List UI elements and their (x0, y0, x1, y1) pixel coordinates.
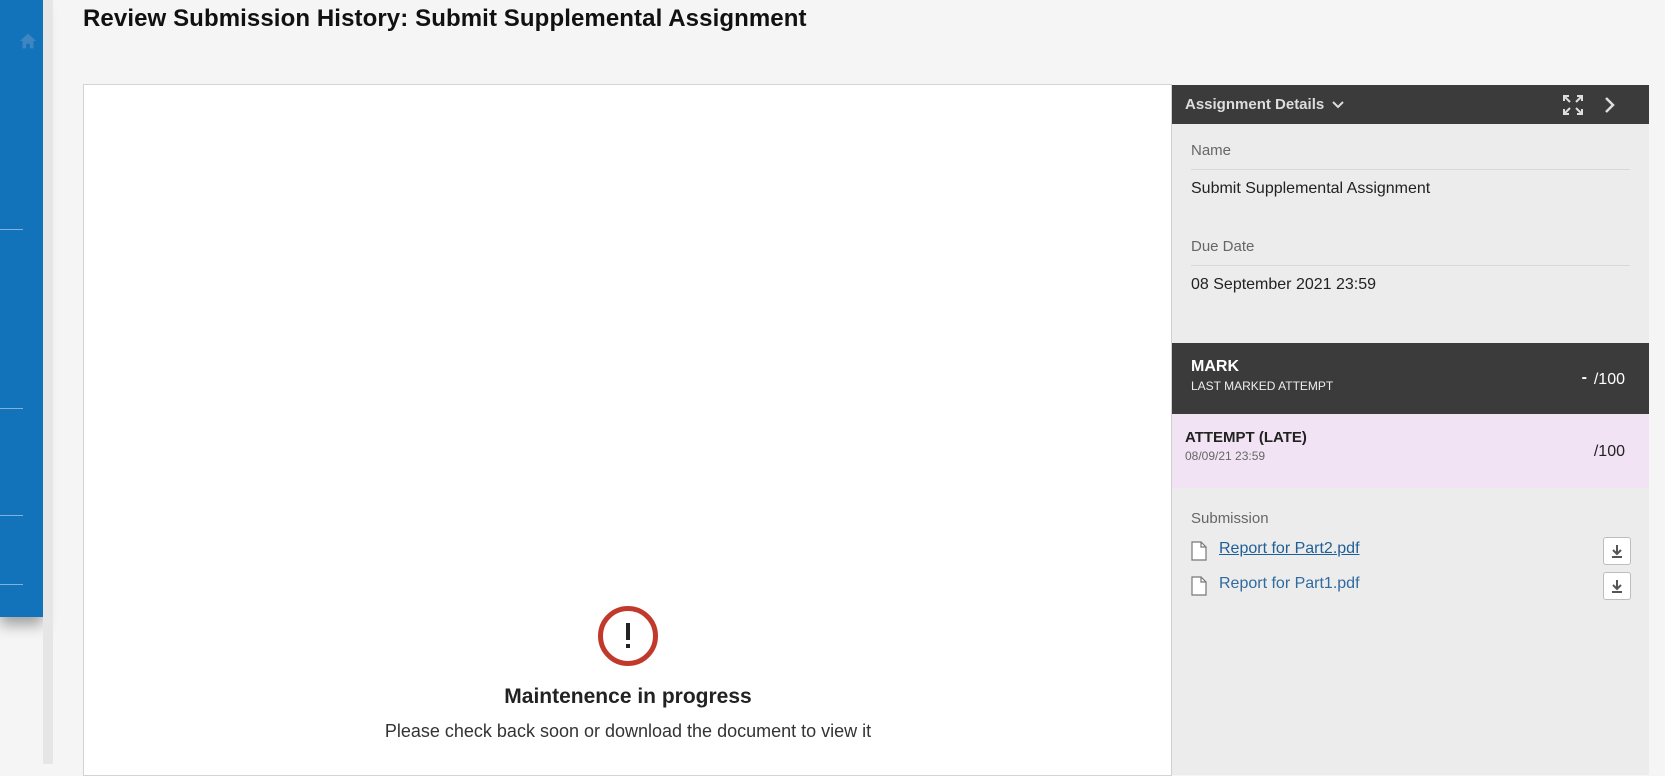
panel-header-title: Assignment Details (1185, 96, 1325, 113)
assignment-details: Name Submit Supplemental Assignment Due … (1172, 124, 1649, 294)
nav-divider (0, 584, 23, 585)
file-link[interactable]: Report for Part1.pdf (1219, 575, 1360, 593)
name-value: Submit Supplemental Assignment (1191, 180, 1431, 197)
mark-subtitle: LAST MARKED ATTEMPT (1191, 379, 1334, 393)
nav-divider (0, 229, 23, 230)
download-button[interactable] (1603, 572, 1631, 600)
home-icon[interactable] (17, 30, 39, 52)
assignment-details-toggle[interactable]: Assignment Details (1185, 96, 1344, 113)
mark-title: MARK (1191, 358, 1239, 375)
download-icon (1612, 545, 1622, 558)
chevron-down-icon (1332, 100, 1344, 108)
maintenance-notice: Maintenence in progress Please check bac… (84, 605, 1172, 742)
mark-summary: MARK LAST MARKED ATTEMPT - /100 (1172, 343, 1649, 414)
file-link[interactable]: Report for Part2.pdf (1219, 540, 1360, 558)
mark-score-placeholder: - (1581, 369, 1587, 386)
expand-icon[interactable] (1561, 93, 1585, 117)
panel-header: Assignment Details (1172, 85, 1649, 124)
nav-divider (0, 515, 23, 516)
due-date-label: Due Date (1191, 238, 1630, 266)
maintenance-title: Maintenence in progress (504, 685, 752, 708)
name-label: Name (1191, 142, 1630, 170)
mark-score-total: /100 (1593, 371, 1625, 388)
file-item: Report for Part2.pdf (1191, 537, 1631, 565)
exclamation-circle-icon (598, 606, 658, 666)
maintenance-message: Please check back soon or download the d… (384, 721, 872, 741)
left-navigation-bar (0, 0, 43, 617)
scroll-gutter (43, 0, 53, 764)
attempt-row[interactable]: ATTEMPT (LATE) 08/09/21 23:59 /100 (1172, 414, 1649, 488)
page-title: Review Submission History: Submit Supple… (83, 5, 807, 32)
attempt-score-total: /100 (1593, 443, 1625, 460)
assignment-details-panel: Assignment Details Name Submit Supplemen… (1171, 85, 1649, 775)
document-viewer: Maintenence in progress Please check bac… (83, 84, 1172, 776)
due-date-value: 08 September 2021 23:59 (1191, 276, 1377, 293)
submission-label: Submission (1191, 510, 1269, 527)
download-button[interactable] (1603, 537, 1631, 565)
attempt-date: 08/09/21 23:59 (1185, 449, 1266, 463)
nav-divider (0, 408, 23, 409)
document-icon (1191, 541, 1207, 561)
file-item: Report for Part1.pdf (1191, 572, 1631, 600)
download-icon (1612, 580, 1622, 593)
attempt-title: ATTEMPT (LATE) (1185, 429, 1307, 446)
document-icon (1191, 576, 1207, 596)
chevron-right-icon[interactable] (1597, 93, 1621, 117)
